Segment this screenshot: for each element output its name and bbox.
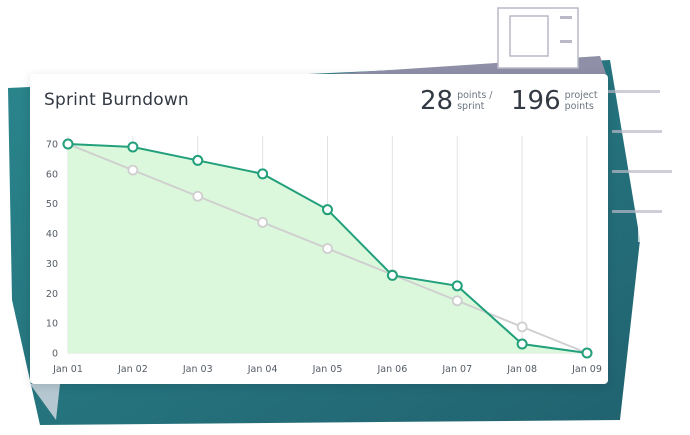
project-points-label-line1: project [564, 90, 598, 101]
ideal-point-3 [257, 216, 269, 228]
y-tick-label-10: 10 [46, 319, 58, 330]
x-tick-label-4: Jan 05 [312, 364, 343, 375]
y-tick-label-30: 30 [46, 259, 58, 270]
card-title: Sprint Burndown [44, 90, 189, 110]
ideal-point-1 [127, 164, 139, 176]
points-per-sprint-value: 28 [420, 86, 454, 116]
actual-point-0 [62, 138, 74, 150]
points-per-sprint-label: points / sprint [457, 90, 492, 112]
points-per-sprint-label-line1: points / [457, 90, 493, 101]
ideal-point-7 [516, 321, 528, 333]
points-per-sprint-label-line2: sprint [457, 101, 485, 112]
x-tick-label-0: Jan 01 [52, 364, 83, 375]
points-per-sprint-stat: 28 points / sprint [420, 86, 493, 116]
x-tick-label-3: Jan 04 [247, 364, 278, 375]
actual-point-3 [257, 168, 269, 180]
project-points-stat: 196 project points [511, 86, 598, 116]
ideal-point-6 [451, 295, 463, 307]
x-tick-label-5: Jan 06 [376, 364, 407, 375]
actual-point-1 [127, 141, 139, 153]
burndown-chart: 0 10 20 30 40 50 60 70 Jan 01 Jan 02 Jan 03 Jan 04 J… [46, 136, 602, 375]
actual-point-5 [386, 269, 398, 281]
y-tick-label-60: 60 [46, 169, 58, 180]
project-points-label: project points [565, 90, 598, 112]
x-tick-label-8: Jan 09 [571, 364, 602, 375]
y-tick-label-70: 70 [46, 140, 58, 151]
y-tick-label-0: 0 [52, 349, 58, 360]
actual-point-2 [192, 154, 204, 166]
y-tick-label-50: 50 [46, 199, 58, 210]
actual-point-7 [516, 338, 528, 350]
x-tick-label-6: Jan 07 [441, 364, 472, 375]
project-points-value: 196 [511, 86, 561, 116]
ideal-point-4 [322, 243, 333, 254]
project-points-label-line2: points [564, 101, 594, 112]
y-tick-label-20: 20 [46, 289, 58, 300]
x-tick-label-1: Jan 02 [117, 364, 148, 375]
x-tick-label-7: Jan 08 [506, 364, 537, 375]
actual-point-8 [581, 347, 593, 359]
y-tick-label-40: 40 [46, 229, 58, 240]
actual-point-6 [451, 280, 463, 292]
x-tick-label-2: Jan 03 [182, 364, 213, 375]
ideal-point-2 [192, 190, 204, 202]
actual-point-4 [322, 204, 333, 216]
burndown-card: 0 10 20 30 40 50 60 70 Jan 01 Jan 02 Jan 03 Jan 04 J… [30, 74, 608, 384]
